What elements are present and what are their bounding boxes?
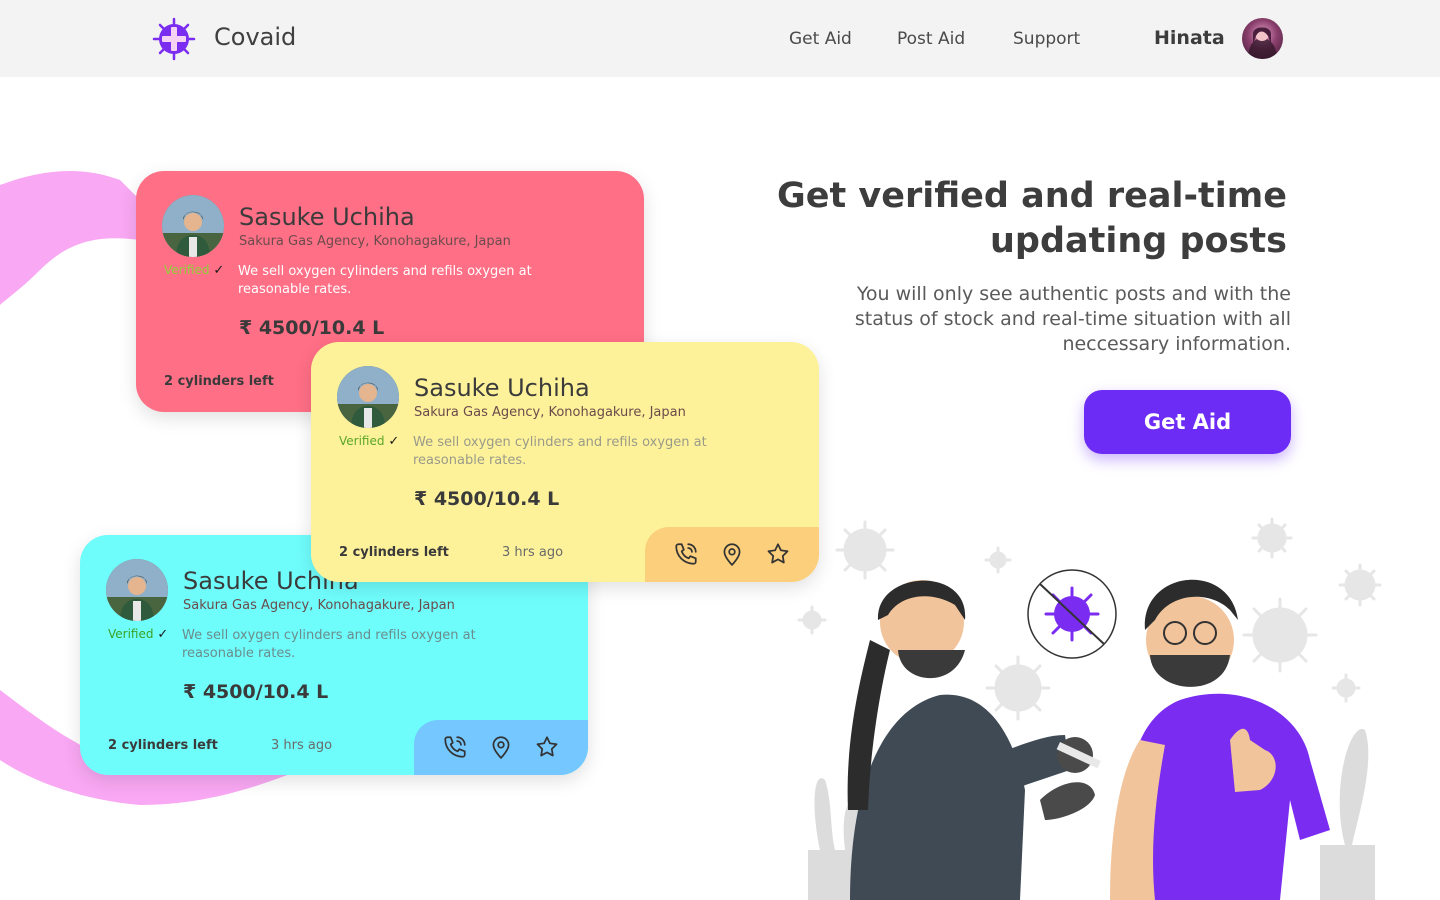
hero-title-line: updating posts: [989, 221, 1287, 261]
price: ₹ 4500/10.4 L: [239, 317, 385, 339]
aid-post-card[interactable]: Sasuke Uchiha Sakura Gas Agency, Konohag…: [311, 342, 819, 582]
seller-avatar: [106, 559, 168, 621]
avatar-image: [1248, 27, 1277, 59]
post-description: We sell oxygen cylinders and refils oxyg…: [238, 264, 532, 297]
checkmark-icon: ✓: [157, 627, 169, 642]
verified-label: Verified: [339, 434, 385, 448]
checkmark-icon: ✓: [213, 263, 225, 278]
post-description: We sell oxygen cylinders and refils oxyg…: [413, 435, 707, 468]
seller-agency: Sakura Gas Agency, Konohagakure, Japan: [183, 598, 455, 613]
checkmark-icon: ✓: [388, 434, 400, 449]
verified-label: Verified: [108, 627, 154, 641]
hero-subtitle: You will only see authentic posts and wi…: [854, 283, 1291, 355]
phone-icon[interactable]: [442, 734, 468, 760]
covaid-logo-icon[interactable]: [152, 17, 196, 61]
price: ₹ 4500/10.4 L: [183, 681, 329, 703]
verified-badge: Verified ✓: [108, 627, 168, 642]
nav-support[interactable]: Support: [1013, 29, 1080, 49]
post-description: We sell oxygen cylinders and refils oxyg…: [182, 628, 476, 661]
card-actions: [414, 720, 588, 775]
verified-badge: Verified ✓: [339, 434, 399, 449]
brand-name[interactable]: Covaid: [214, 23, 296, 51]
vaccination-illustration: [797, 517, 1382, 900]
price: ₹ 4500/10.4 L: [414, 488, 560, 510]
user-avatar[interactable]: [1242, 18, 1283, 59]
verified-badge: Verified ✓: [164, 263, 224, 278]
phone-icon[interactable]: [673, 541, 699, 567]
star-icon[interactable]: [765, 541, 791, 567]
top-nav-bar: Covaid Get Aid Post Aid Support Hinata: [0, 0, 1440, 77]
hero-title: Get verified and real-time updating post…: [767, 174, 1287, 264]
location-pin-icon[interactable]: [488, 734, 514, 760]
stock-count: 2 cylinders left: [339, 545, 449, 560]
seller-agency: Sakura Gas Agency, Konohagakure, Japan: [239, 234, 511, 249]
seller-photo: [162, 195, 224, 257]
user-name[interactable]: Hinata: [1154, 27, 1225, 49]
nav-post-aid[interactable]: Post Aid: [897, 29, 965, 49]
seller-photo: [106, 559, 168, 621]
location-pin-icon[interactable]: [719, 541, 745, 567]
seller-name[interactable]: Sasuke Uchiha: [239, 203, 415, 231]
hero-title-line: Get verified and real-time: [777, 176, 1287, 216]
post-time: 3 hrs ago: [271, 738, 333, 753]
stock-count: 2 cylinders left: [164, 374, 274, 389]
stock-count: 2 cylinders left: [108, 738, 218, 753]
post-time: 3 hrs ago: [502, 545, 564, 560]
nav-get-aid[interactable]: Get Aid: [789, 29, 852, 49]
get-aid-button[interactable]: Get Aid: [1084, 390, 1291, 454]
seller-agency: Sakura Gas Agency, Konohagakure, Japan: [414, 405, 686, 420]
seller-photo: [337, 366, 399, 428]
landing-page: Covaid Get Aid Post Aid Support Hinata S…: [0, 0, 1440, 900]
verified-label: Verified: [164, 263, 210, 277]
seller-name[interactable]: Sasuke Uchiha: [414, 374, 590, 402]
seller-avatar: [337, 366, 399, 428]
seller-avatar: [162, 195, 224, 257]
star-icon[interactable]: [534, 734, 560, 760]
